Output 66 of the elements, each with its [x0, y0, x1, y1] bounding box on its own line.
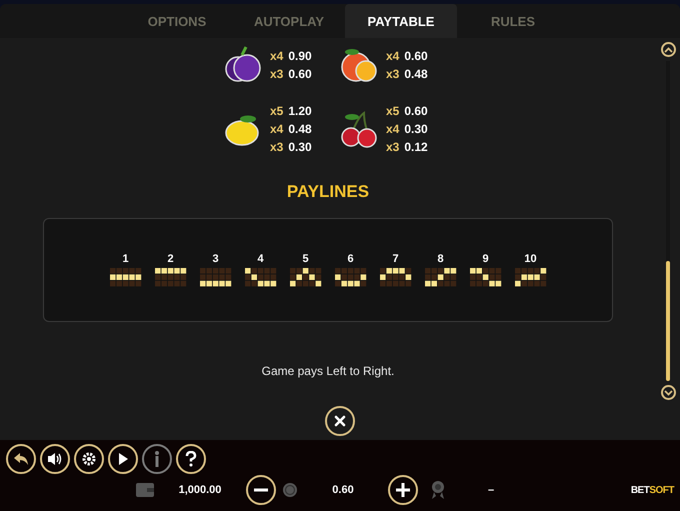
scroll-down-button[interactable] [660, 385, 676, 400]
question-mark-icon [185, 451, 197, 467]
symbol-count: x3 [270, 67, 284, 81]
payline-number: 4 [257, 252, 264, 265]
symbol-count: x3 [386, 140, 400, 154]
section-title: PAYLINES [286, 182, 370, 202]
payline-number: 5 [302, 252, 309, 265]
sound-button[interactable] [40, 444, 70, 474]
back-arrow-icon [13, 452, 29, 466]
plus-icon [396, 483, 410, 497]
settings-icon [81, 451, 97, 467]
settings-button[interactable] [74, 444, 104, 474]
payline-number: 6 [347, 252, 354, 265]
payline-number: 9 [482, 252, 489, 265]
info-icon [154, 451, 160, 467]
payout-value: 1.20 [288, 104, 312, 118]
coins-icon [282, 482, 298, 498]
win-value: – [486, 484, 496, 496]
speaker-icon [47, 452, 63, 466]
tab[interactable]: AUTOPLAY [233, 4, 345, 38]
symbol-count: x4 [270, 122, 284, 136]
scroll-up-button[interactable] [660, 42, 676, 57]
close-button[interactable] [325, 406, 355, 436]
play-icon [117, 452, 129, 466]
symbol-count: x4 [386, 49, 400, 63]
chevron-down-icon [664, 390, 672, 396]
symbol-count: x5 [386, 104, 400, 118]
payline-number: 3 [212, 252, 219, 265]
symbol-count: x5 [270, 104, 284, 118]
payout-value: 0.12 [404, 140, 428, 154]
payout-value: 0.60 [288, 67, 312, 81]
symbol-count: x4 [270, 49, 284, 63]
payline-number: 2 [167, 252, 174, 265]
increase-bet-button[interactable] [388, 475, 418, 505]
payout-value: 0.30 [404, 122, 428, 136]
payline-number: 7 [392, 252, 399, 265]
brand-logo: BETSOFT [630, 484, 674, 496]
payline-number: 1 [122, 252, 129, 265]
balance-value: 1,000.00 [178, 484, 222, 496]
tab[interactable]: OPTIONS [121, 4, 233, 38]
decrease-bet-button[interactable] [246, 475, 276, 505]
symbol-count: x3 [386, 67, 400, 81]
info-button[interactable] [142, 444, 172, 474]
autoplay-button[interactable] [108, 444, 138, 474]
award-icon [430, 480, 446, 500]
tab[interactable]: RULES [457, 4, 569, 38]
back-button[interactable] [6, 444, 36, 474]
close-icon [334, 415, 346, 427]
payout-value: 0.60 [404, 49, 428, 63]
payout-value: 0.90 [288, 49, 312, 63]
chevron-up-icon [664, 46, 672, 52]
payout-value: 0.30 [288, 140, 312, 154]
wallet-icon [136, 483, 154, 497]
tab[interactable]: PAYTABLE [345, 4, 457, 38]
payout-value: 0.48 [404, 67, 428, 81]
minus-icon [254, 488, 268, 492]
payout-value: 0.48 [288, 122, 312, 136]
payout-value: 0.60 [404, 104, 428, 118]
payline-number: 10 [524, 252, 537, 265]
symbol-count: x3 [270, 140, 284, 154]
payline-number: 8 [437, 252, 444, 265]
bet-value: 0.60 [331, 484, 355, 496]
symbol-count: x4 [386, 122, 400, 136]
rules-note: Game pays Left to Right. [262, 364, 394, 378]
scrollbar-thumb[interactable] [666, 261, 670, 381]
help-button[interactable] [176, 444, 206, 474]
